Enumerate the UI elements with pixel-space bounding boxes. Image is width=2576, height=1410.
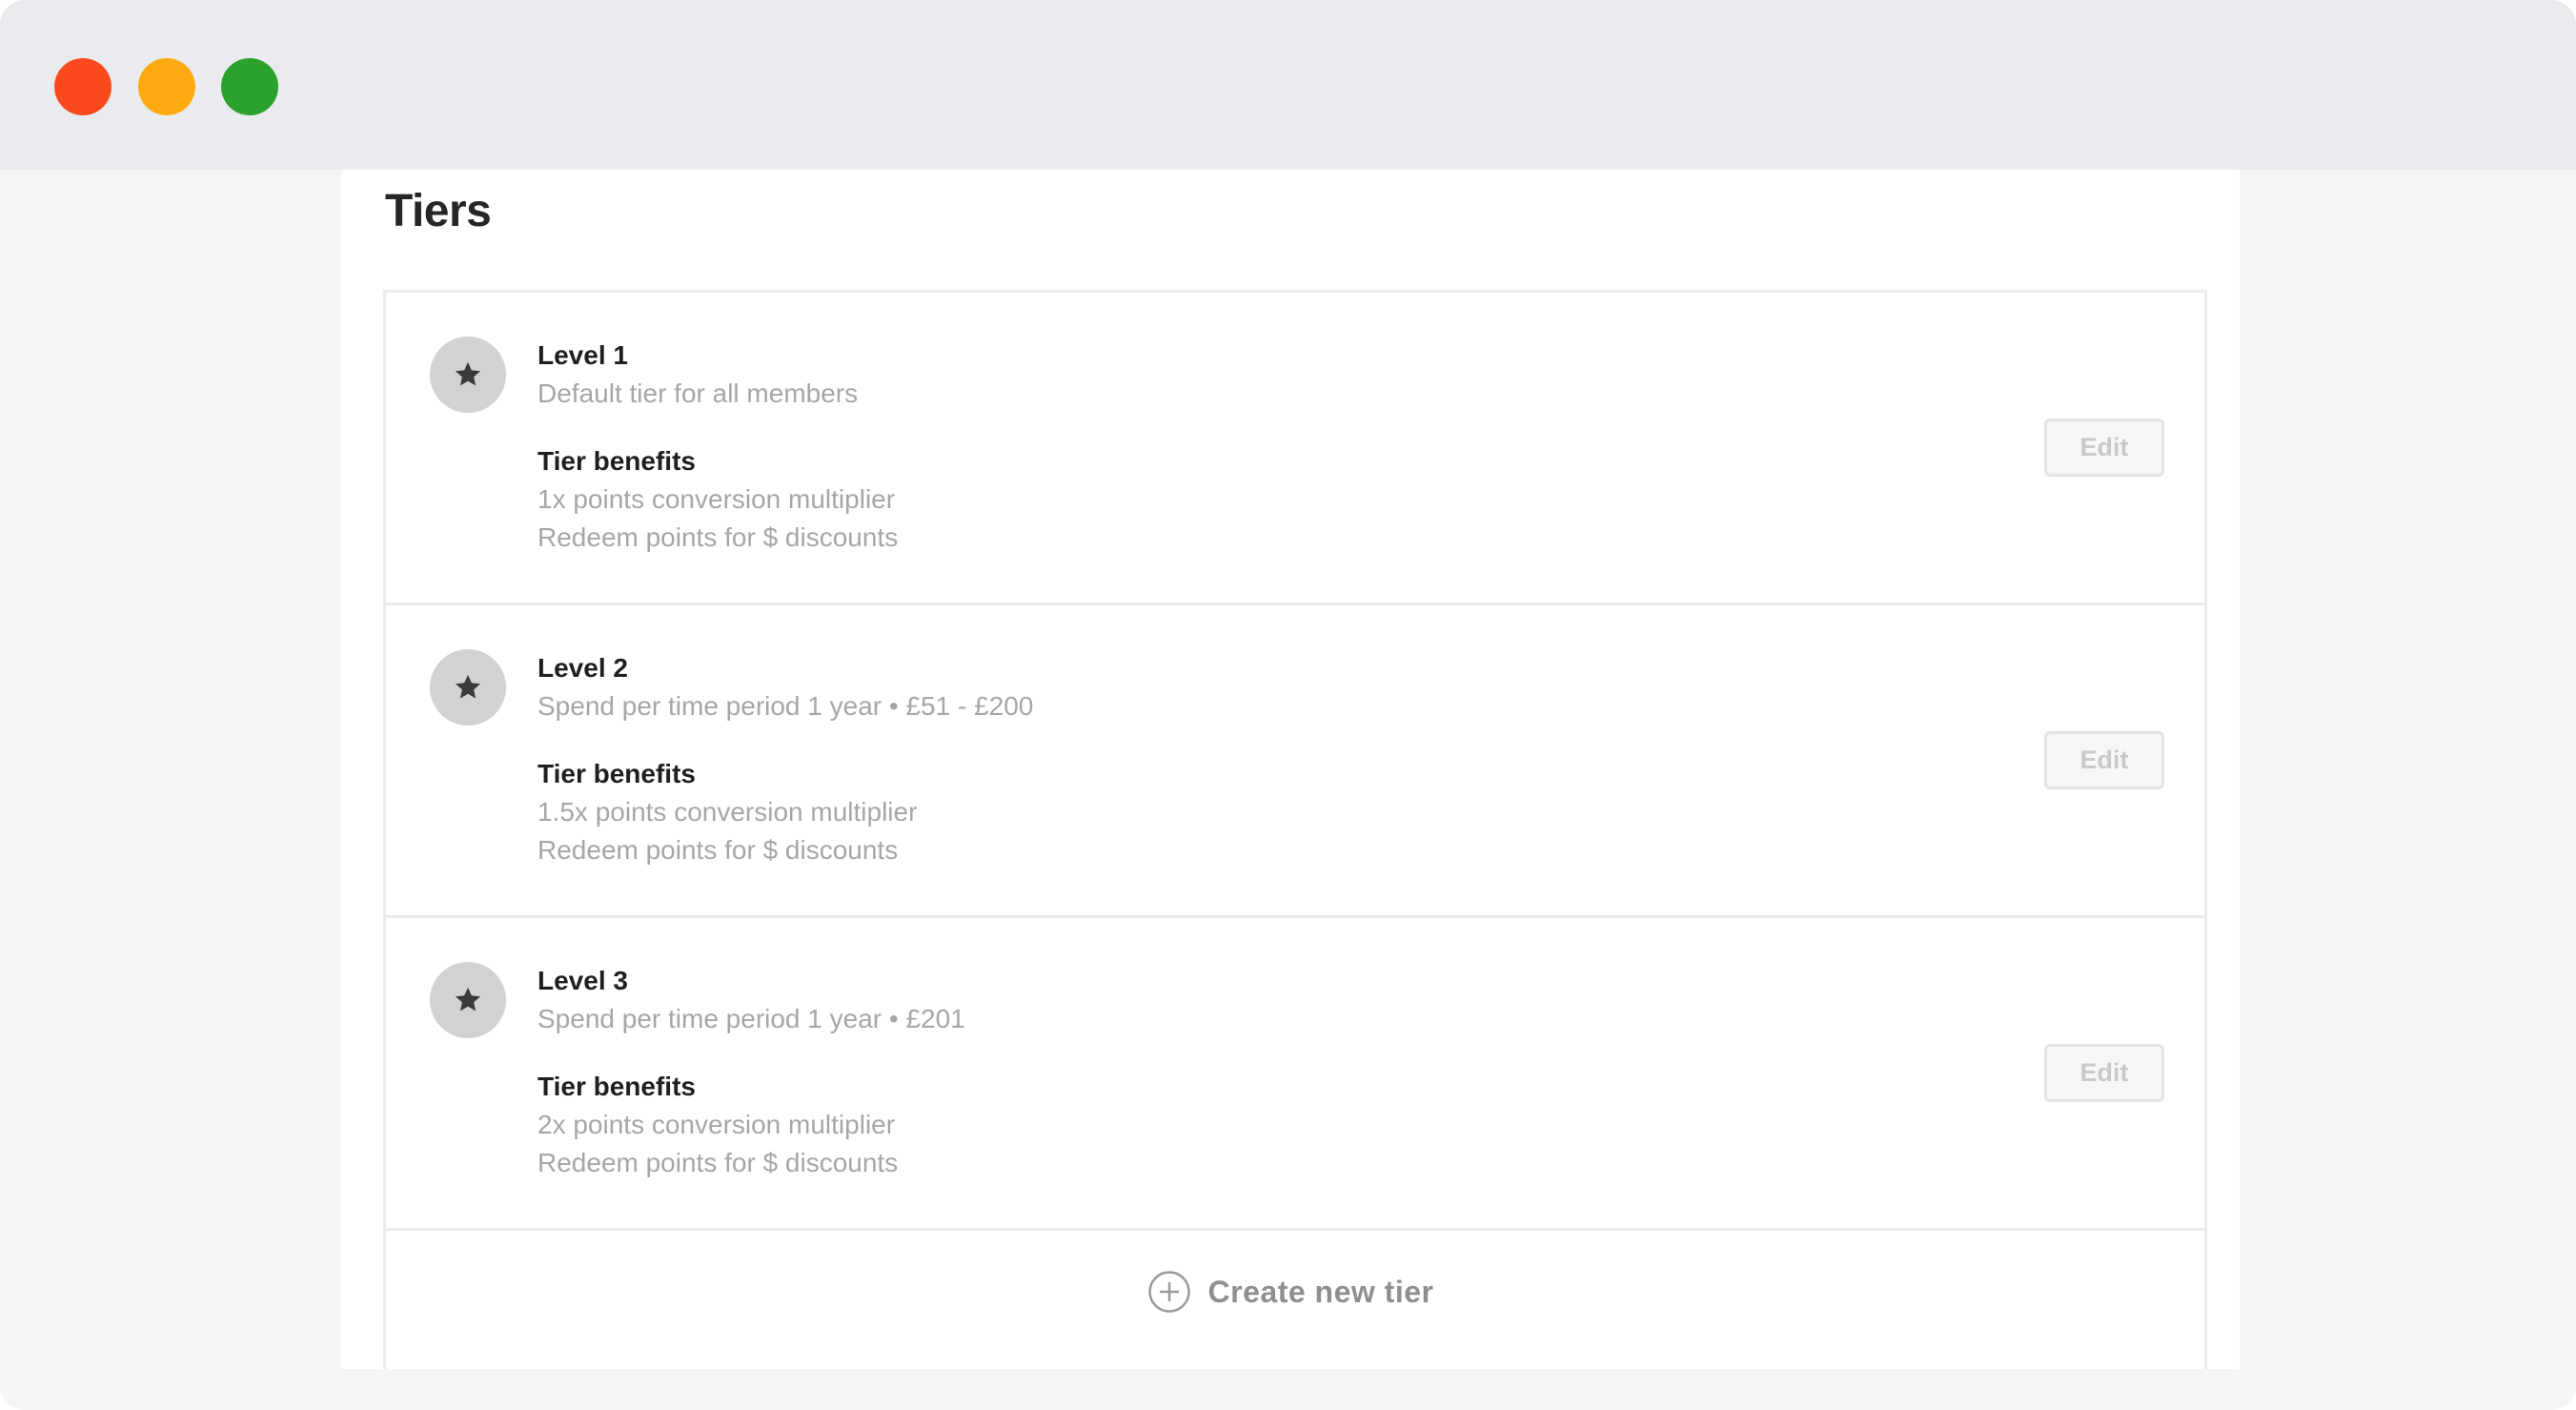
star-icon xyxy=(430,962,506,1038)
page-title: Tiers xyxy=(385,186,492,236)
create-tier-row: Create new tier xyxy=(386,1231,2204,1372)
tier-benefit: 2x points conversion multiplier xyxy=(538,1110,896,1139)
create-new-tier-label: Create new tier xyxy=(1207,1274,1434,1309)
tier-benefit: Redeem points for $ discounts xyxy=(538,522,899,552)
tier-benefit: 1.5x points conversion multiplier xyxy=(538,797,918,827)
edit-tier-button[interactable]: Edit xyxy=(2044,1044,2164,1102)
tier-benefit: Redeem points for $ discounts xyxy=(538,835,899,865)
maximize-window-button[interactable] xyxy=(221,58,278,115)
plus-circle-icon xyxy=(1147,1271,1190,1313)
create-new-tier-button[interactable]: Create new tier xyxy=(1147,1270,1434,1314)
tier-name: Level 3 xyxy=(538,966,628,995)
tier-row-level-2: Level 2 Spend per time period 1 year • £… xyxy=(386,605,2204,918)
tier-benefits-heading: Tier benefits xyxy=(538,759,696,788)
tier-benefit: Redeem points for $ discounts xyxy=(538,1148,899,1177)
tier-benefits-heading: Tier benefits xyxy=(538,446,696,476)
tiers-panel: Tiers Level 1 Default tier for all membe… xyxy=(341,170,2240,1369)
tier-row-level-3: Level 3 Spend per time period 1 year • £… xyxy=(386,918,2204,1231)
star-icon xyxy=(430,337,506,413)
tier-list: Level 1 Default tier for all members Tie… xyxy=(383,290,2207,1369)
minimize-window-button[interactable] xyxy=(138,58,195,115)
app-window: Tiers Level 1 Default tier for all membe… xyxy=(0,0,2576,1410)
tier-description: Spend per time period 1 year • £51 - £20… xyxy=(538,691,1034,721)
tier-benefits-heading: Tier benefits xyxy=(538,1072,696,1101)
tier-description: Spend per time period 1 year • £201 xyxy=(538,1004,965,1033)
edit-tier-button[interactable]: Edit xyxy=(2044,731,2164,789)
title-bar xyxy=(0,0,2576,170)
tier-description: Default tier for all members xyxy=(538,378,859,408)
tier-name: Level 2 xyxy=(538,653,628,683)
star-icon xyxy=(430,649,506,725)
tier-benefit: 1x points conversion multiplier xyxy=(538,484,896,514)
tier-name: Level 1 xyxy=(538,340,628,370)
edit-tier-button[interactable]: Edit xyxy=(2044,419,2164,477)
close-window-button[interactable] xyxy=(54,58,112,115)
tier-row-level-1: Level 1 Default tier for all members Tie… xyxy=(386,293,2204,605)
